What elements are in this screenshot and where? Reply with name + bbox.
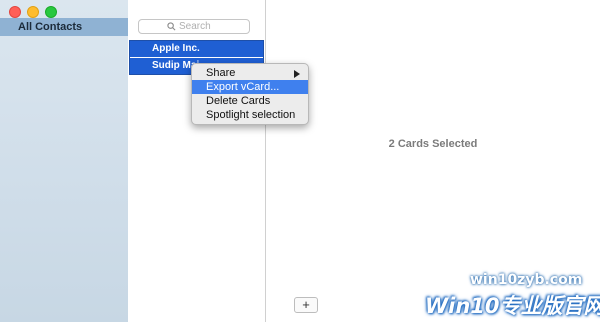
menu-item-delete-cards[interactable]: Delete Cards: [192, 94, 308, 108]
search-icon: [167, 22, 176, 31]
search-input[interactable]: Search: [138, 19, 250, 34]
context-menu: Share Export vCard... Delete Cards Spotl…: [191, 63, 309, 125]
search-placeholder: Search: [179, 21, 211, 32]
menu-item-spotlight-selection[interactable]: Spotlight selection: [192, 108, 308, 122]
sidebar-item-label: All Contacts: [18, 21, 83, 33]
submenu-arrow-icon: [294, 70, 300, 78]
menu-item-label: Delete Cards: [206, 95, 271, 107]
selection-status: 2 Cards Selected: [388, 138, 478, 150]
watermark-url: win10zyb.com: [470, 272, 583, 288]
watermark-brand: Win10专业版官网: [425, 294, 600, 318]
contact-list: Search Apple Inc. Sudip Maj: [128, 0, 266, 322]
zoom-button[interactable]: [45, 6, 57, 18]
menu-item-share[interactable]: Share: [192, 66, 308, 80]
menu-item-label: Share: [206, 67, 236, 79]
menu-item-label: Spotlight selection: [206, 109, 296, 121]
menu-item-label: Export vCard...: [206, 81, 280, 93]
window-controls: [9, 6, 57, 18]
close-button[interactable]: [9, 6, 21, 18]
sidebar: All Contacts: [0, 0, 129, 322]
menu-item-export-vcard[interactable]: Export vCard...: [192, 80, 308, 94]
minimize-button[interactable]: [27, 6, 39, 18]
list-item[interactable]: Apple Inc.: [130, 41, 263, 57]
sidebar-item-all-contacts[interactable]: All Contacts: [0, 18, 128, 36]
contact-name: Apple Inc.: [152, 43, 200, 54]
add-button[interactable]: +: [294, 297, 318, 313]
contacts-window: All Contacts Search Apple Inc. Sudip Maj…: [0, 0, 600, 322]
